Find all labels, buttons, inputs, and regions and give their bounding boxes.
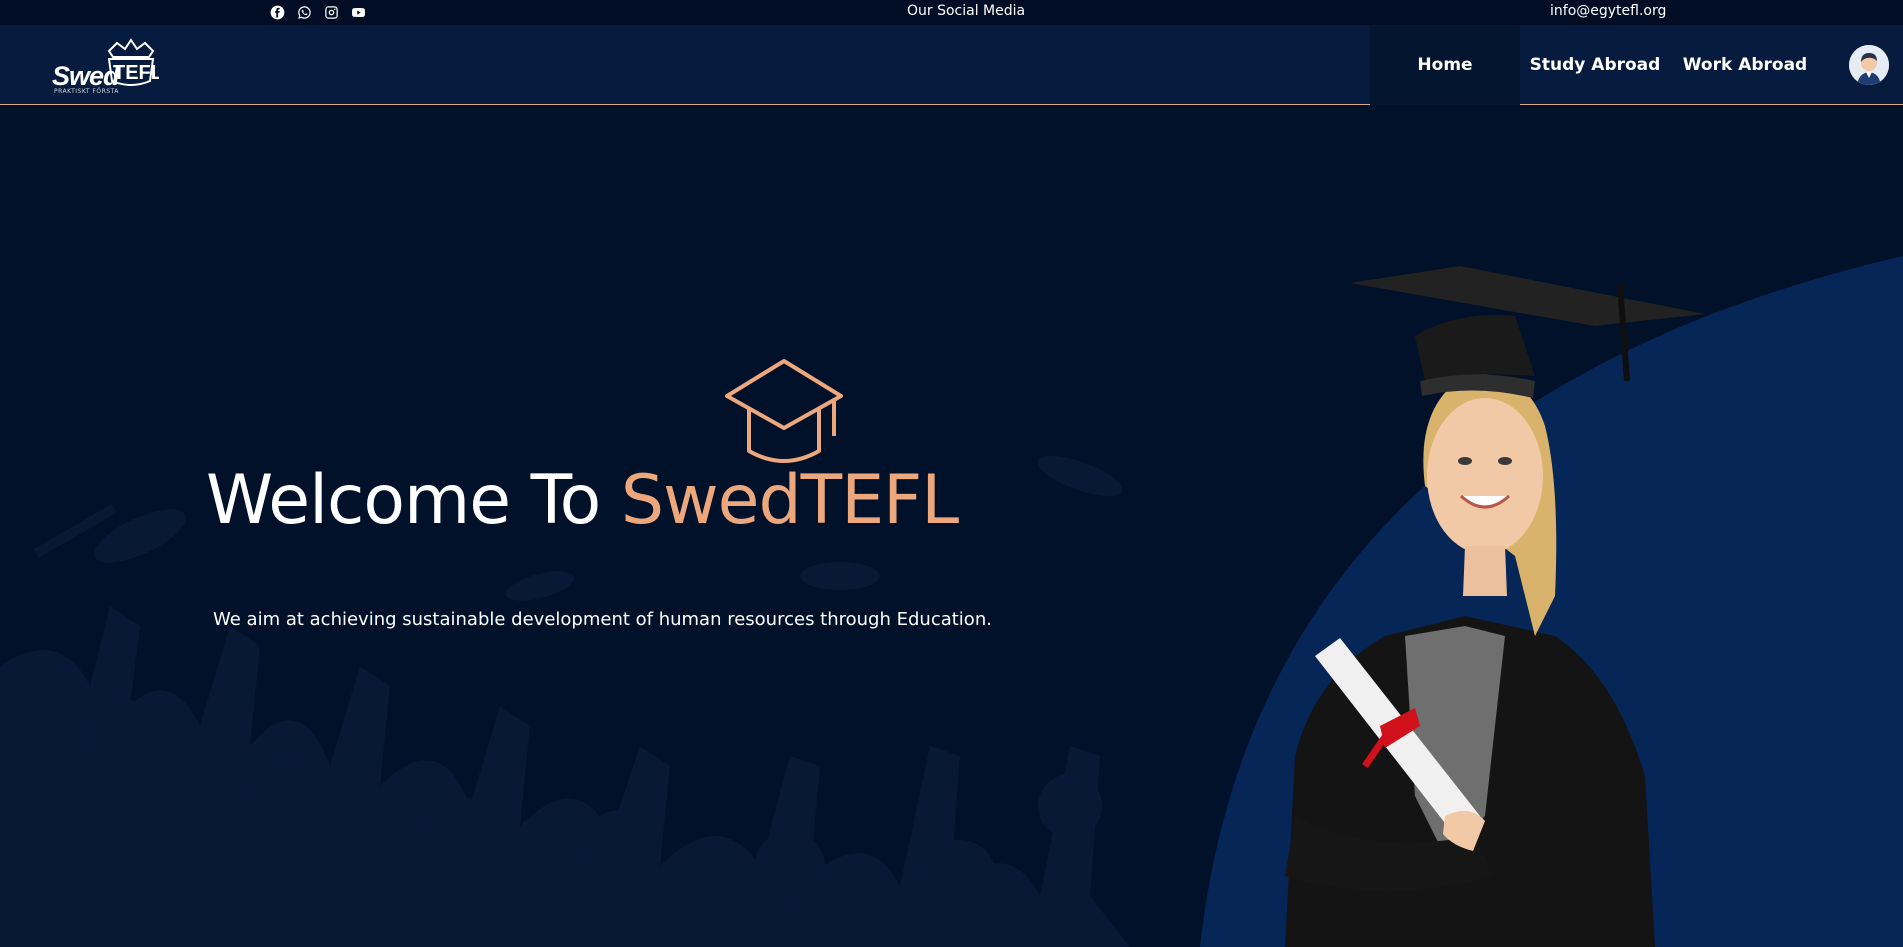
instagram-icon[interactable] (323, 4, 340, 21)
hero-title: Welcome To SwedTEFL (206, 461, 959, 540)
hero-title-prefix: Welcome To (206, 461, 621, 540)
contact-email[interactable]: info@egytefl.org (1550, 3, 1666, 19)
hero-title-brand: SwedTEFL (620, 461, 959, 540)
social-links (269, 4, 367, 21)
youtube-icon[interactable] (350, 4, 367, 21)
logo-tagline: PRAKTISKT FÖRSTA (54, 88, 119, 95)
graduation-cap-icon (725, 359, 843, 463)
social-media-label: Our Social Media (907, 3, 1026, 19)
svg-text:TEFL: TEFL (113, 62, 159, 84)
main-header: TEFL Swed PRAKTISKT FÖRSTA Home Study Ab… (0, 25, 1903, 105)
top-info-bar: Our Social Media info@egytefl.org (0, 0, 1903, 25)
facebook-icon[interactable] (269, 4, 286, 21)
nav-study-abroad[interactable]: Study Abroad (1520, 25, 1670, 105)
hero-subtitle: We aim at achieving sustainable developm… (213, 609, 992, 630)
user-avatar[interactable] (1849, 45, 1889, 85)
graduate-student-image (1285, 266, 1705, 947)
hero-section: Welcome To SwedTEFL We aim at achieving … (0, 106, 1903, 947)
nav-home[interactable]: Home (1370, 25, 1520, 105)
site-logo[interactable]: TEFL Swed PRAKTISKT FÖRSTA (52, 37, 160, 95)
nav-work-abroad[interactable]: Work Abroad (1670, 25, 1820, 105)
whatsapp-icon[interactable] (296, 4, 313, 21)
